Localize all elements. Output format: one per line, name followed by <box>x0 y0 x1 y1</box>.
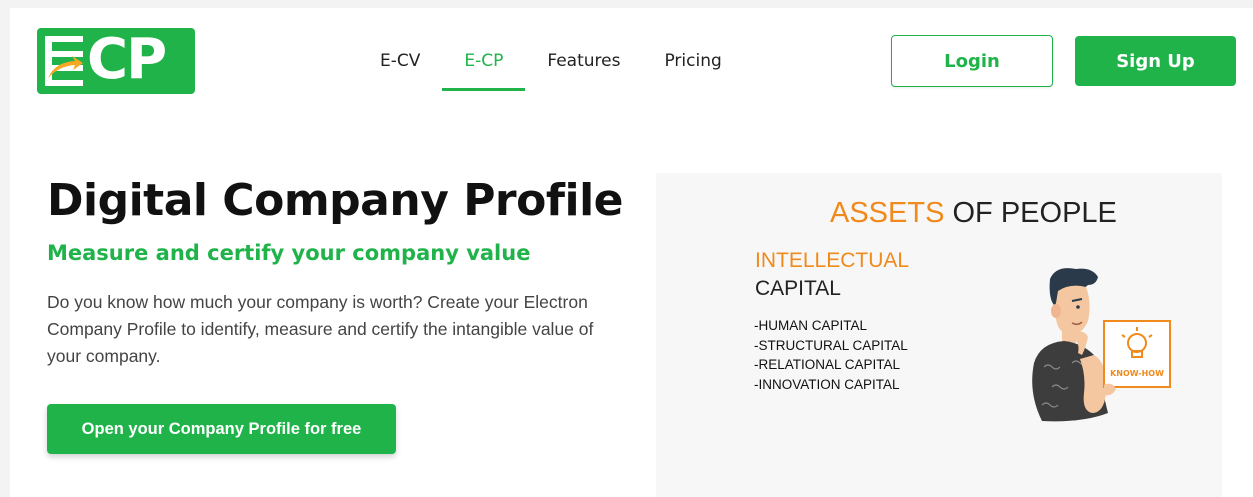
nav-item-pricing[interactable]: Pricing <box>664 48 721 79</box>
know-how-label: KNOW-HOW <box>1110 369 1164 378</box>
logo-text: CP <box>87 27 167 92</box>
capital-list-item: -STRUCTURAL CAPITAL <box>754 337 908 353</box>
hero-title: Digital Company Profile <box>47 175 624 226</box>
signup-button[interactable]: Sign Up <box>1075 36 1236 86</box>
illustration-title: ASSETS OF PEOPLE <box>830 197 1117 230</box>
hero-illustration: ASSETS OF PEOPLE INTELLECTUAL CAPITAL -H… <box>656 173 1222 497</box>
nav-item-features[interactable]: Features <box>547 48 620 79</box>
capital-list-item: -HUMAN CAPITAL <box>754 318 868 333</box>
open-company-profile-button[interactable]: Open your Company Profile for free <box>47 404 396 454</box>
login-button[interactable]: Login <box>891 35 1053 87</box>
main-nav: E-CV E-CP Features Pricing <box>380 48 766 91</box>
illustration-title-accent: ASSETS <box>830 197 945 229</box>
hero-subtitle: Measure and certify your company value <box>47 241 531 265</box>
nav-item-e-cp[interactable]: E-CP <box>442 48 526 91</box>
thinking-person-illustration: KNOW-HOW <box>1032 268 1171 422</box>
logo[interactable]: CP <box>37 28 195 94</box>
capital-list-item: -RELATIONAL CAPITAL <box>754 357 901 372</box>
hero-description: Do you know how much your company is wor… <box>47 292 594 366</box>
capital-list-item: -INNOVATION CAPITAL <box>754 376 900 392</box>
capital-list: -HUMAN CAPITAL -STRUCTURAL CAPITAL -RELA… <box>754 316 908 394</box>
illustration-heading-2: CAPITAL <box>755 277 841 300</box>
nav-item-e-cv[interactable]: E-CV <box>380 48 420 79</box>
page: CP E-CV E-CP Features Pricing Login Sign… <box>10 8 1253 497</box>
illustration-heading-1: INTELLECTUAL <box>755 249 910 272</box>
illustration-title-rest: OF PEOPLE <box>944 197 1117 229</box>
